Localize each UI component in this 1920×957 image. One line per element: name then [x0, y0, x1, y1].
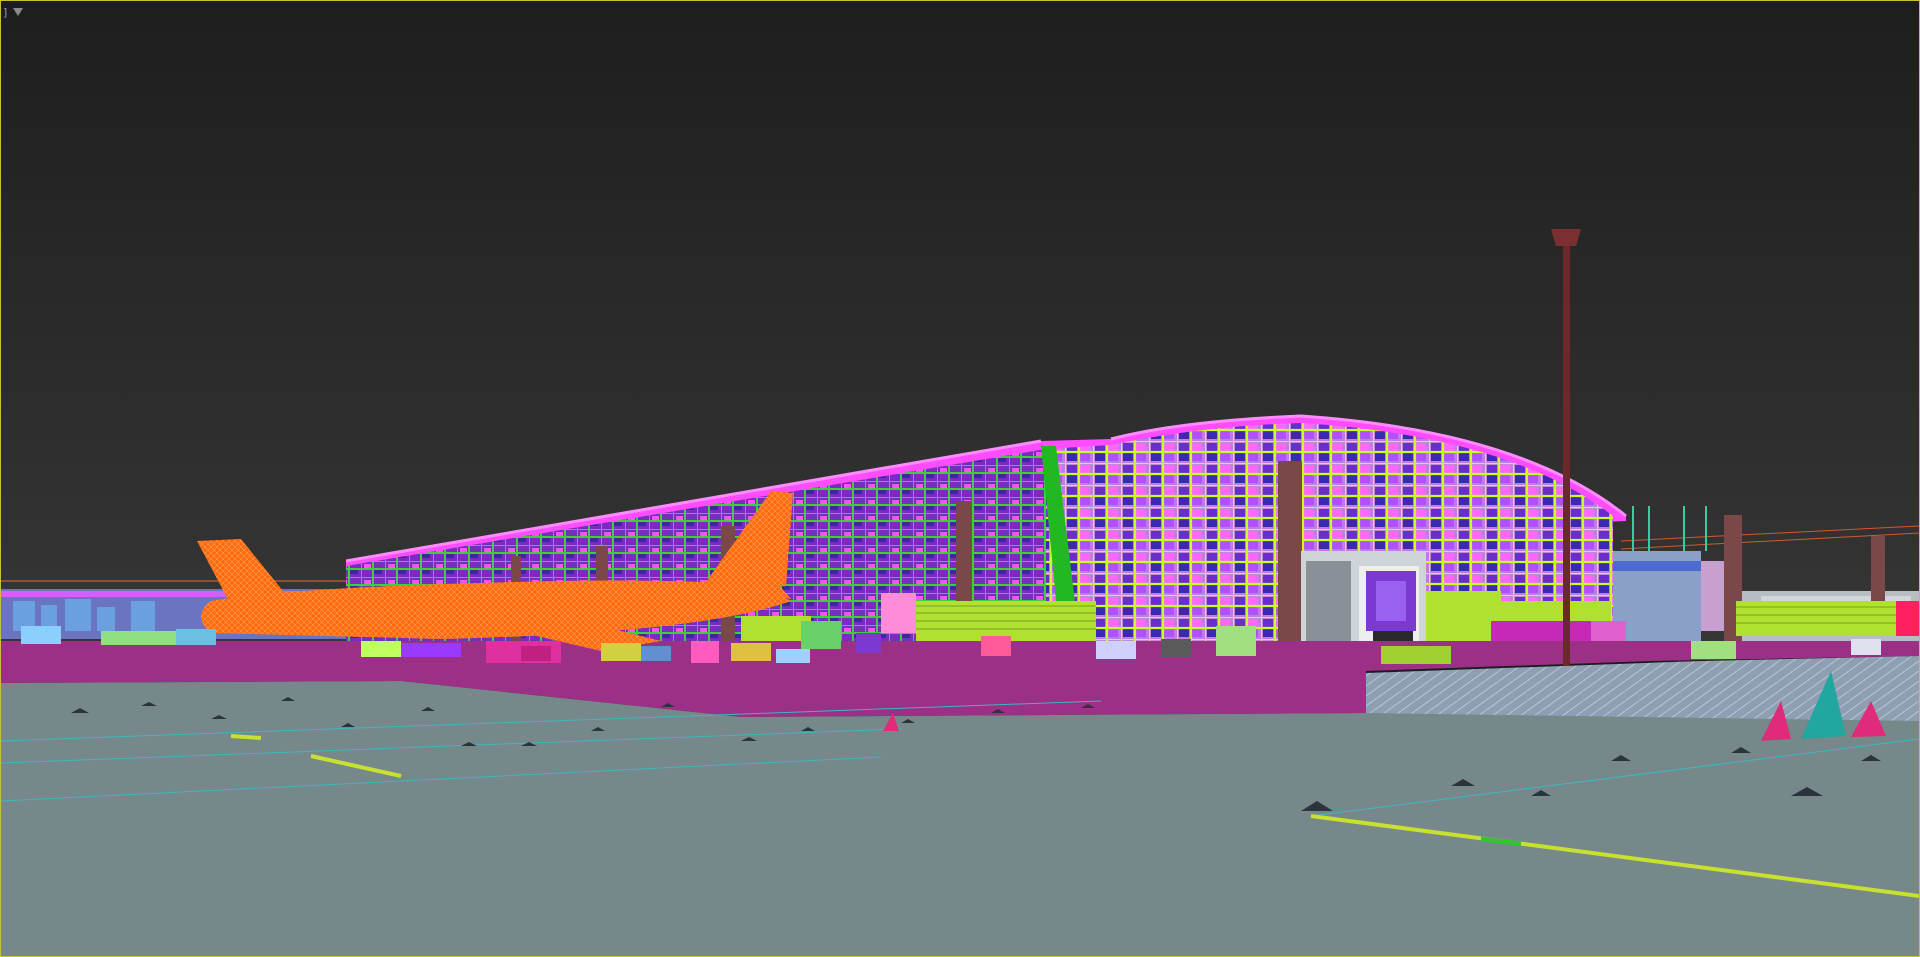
viewport-menu-label[interactable]: ] — [3, 6, 7, 19]
filter-triangle-icon[interactable] — [13, 8, 24, 16]
viewport-label-menu[interactable]: ] — [3, 3, 24, 21]
viewport-perspective[interactable]: ] — [0, 0, 1920, 957]
scene-render — [1, 1, 1919, 956]
